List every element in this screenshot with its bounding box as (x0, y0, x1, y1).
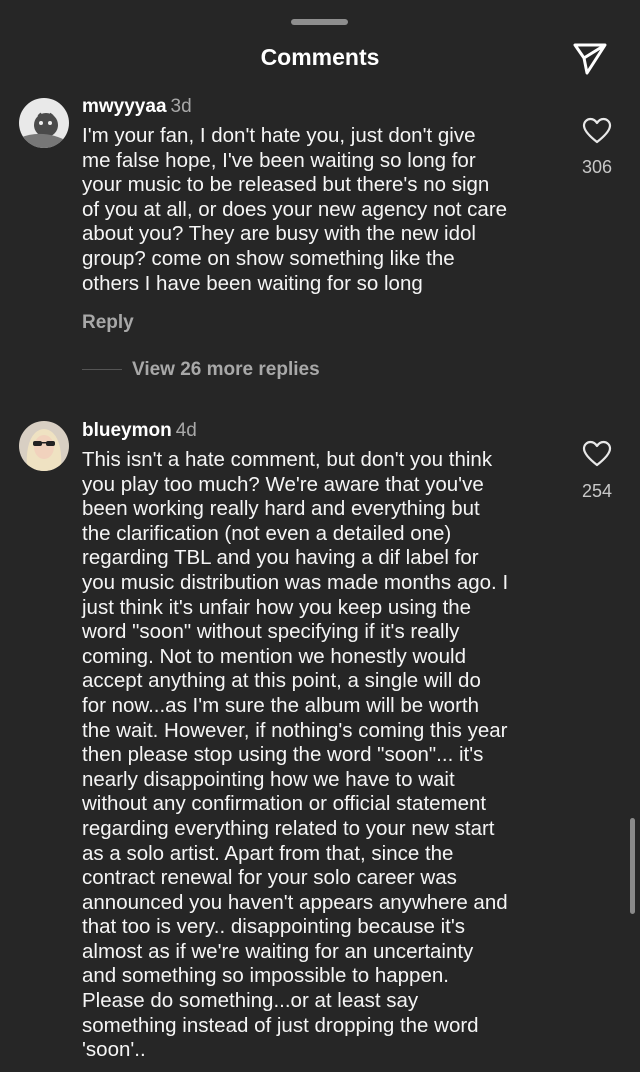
comment-line: something instead of just dropping the w… (82, 1013, 479, 1037)
avatar[interactable] (19, 421, 69, 471)
avatar[interactable] (19, 98, 69, 148)
comment-line: word "soon" without specifying if it's r… (82, 620, 460, 644)
view-replies-button[interactable]: View 26 more replies (82, 359, 320, 381)
comment-line: the wait. However, if nothing's coming t… (82, 718, 508, 742)
like-count: 254 (581, 481, 613, 501)
comment-line: regarding everything related to your new… (82, 816, 495, 840)
comment-line: others I have been waiting for so long (82, 271, 423, 295)
comment-line: you play too much? We're aware that you'… (82, 472, 484, 496)
page-title: Comments (260, 44, 380, 70)
comment-line: Please do something...or at least say (82, 989, 419, 1013)
comment-line: for now...as I'm sure the album will be … (82, 693, 479, 717)
like-heart-icon[interactable] (582, 440, 612, 468)
comment-line: of you at all, or does your new agency n… (82, 197, 508, 221)
comment-meta: mwyyyaa 3d (82, 96, 192, 118)
view-replies-label: View 26 more replies (132, 359, 320, 380)
comment-line: then please stop using the word "soon"..… (82, 743, 484, 767)
comment-line: accept anything at this point, a single … (82, 669, 481, 693)
username[interactable]: mwyyyaa (82, 96, 167, 117)
send-icon[interactable] (572, 42, 608, 76)
comment-line: coming. Not to mention we honestly would (82, 644, 467, 668)
comment-line: contract renewal for your solo career wa… (82, 866, 457, 890)
comment-line: about you? They are busy with the new id… (82, 222, 476, 246)
comment-line: that too is very.. disappointing because… (82, 915, 466, 939)
comment-line: regarding TBL and you having a dif label… (82, 546, 479, 570)
comment-line: been working really hard and everything … (82, 497, 480, 521)
divider-line (82, 369, 122, 371)
like-heart-icon[interactable] (582, 117, 612, 145)
comment-line: almost as if we're waiting for an uncert… (82, 939, 474, 963)
comment-line: just think it's unfair how you keep usin… (82, 595, 472, 619)
comment-line: nearly disappointing how we have to wait (82, 767, 455, 791)
comment-line: This isn't a hate comment, but don't you… (82, 448, 493, 471)
timestamp: 3d (170, 96, 192, 117)
comment-line: you music distribution was made months a… (82, 570, 509, 594)
comment-line: me false hope, I've been waiting so long… (82, 148, 476, 172)
comment-line: announced you haven't appears anywhere a… (82, 890, 508, 914)
scrollbar[interactable] (630, 818, 635, 914)
comment-text: This isn't a hate comment, but don't you… (82, 448, 562, 1063)
comment-line: group? come on show something like the (82, 246, 455, 270)
username[interactable]: blueymon (82, 420, 172, 441)
reply-button[interactable]: Reply (82, 312, 134, 334)
comment-line: and something so impossible to happen. (82, 964, 449, 988)
comment-line: without any confirmation or official sta… (82, 792, 487, 816)
comment-line: 'soon'.. (82, 1038, 146, 1062)
comment-text: I'm your fan, I don't hate you, just don… (82, 124, 562, 296)
like-count: 306 (581, 157, 613, 177)
timestamp: 4d (175, 420, 197, 441)
comment-line: the clarification (not even a detailed o… (82, 521, 452, 545)
comment-line: I'm your fan, I don't hate you, just don… (82, 124, 476, 147)
comment-line: your music to be released but there's no… (82, 173, 490, 197)
comment-line: as a solo artist. Apart from that, since… (82, 841, 454, 865)
comment-meta: blueymon 4d (82, 420, 197, 442)
sheet-drag-handle[interactable] (291, 19, 348, 25)
